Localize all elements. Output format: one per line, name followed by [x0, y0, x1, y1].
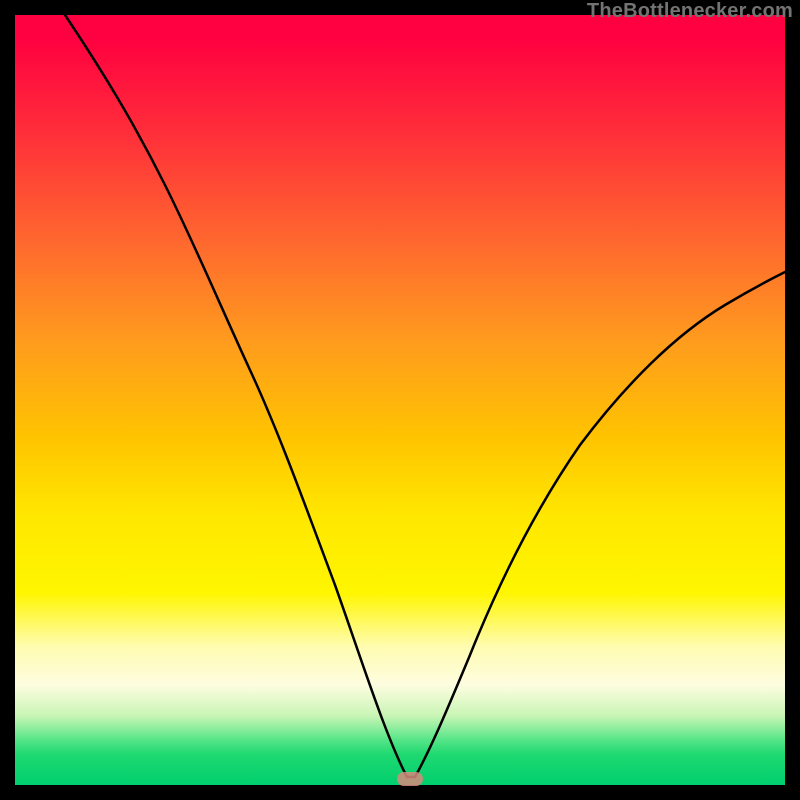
bottleneck-curve — [65, 15, 785, 777]
chart-stage: TheBottlenecker.com — [0, 0, 800, 800]
plot-area — [15, 15, 785, 785]
optimal-point-marker — [397, 772, 423, 786]
curve-layer — [15, 15, 785, 785]
attribution-label: TheBottlenecker.com — [587, 0, 793, 23]
